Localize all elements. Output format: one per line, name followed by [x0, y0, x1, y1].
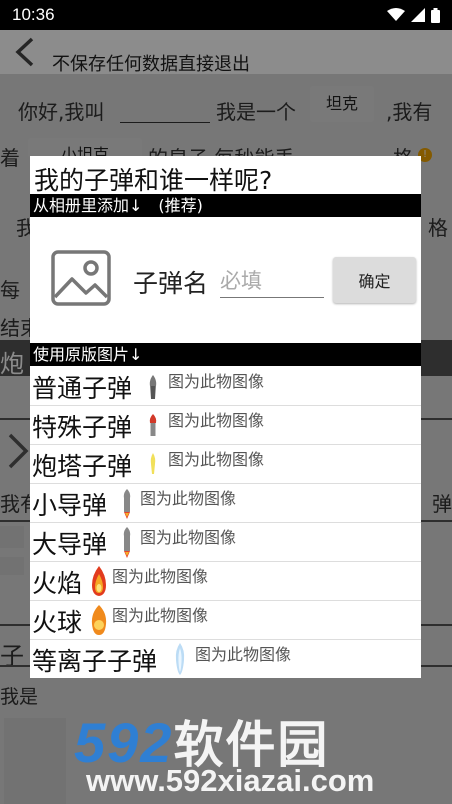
plasma-bullet-icon: [175, 643, 185, 675]
dialog-title: 我的子弹和谁一样呢?: [34, 166, 273, 195]
bullet-item-turret[interactable]: 炮塔子弹 图为此物图像: [30, 445, 421, 484]
missile-icon: [123, 527, 131, 558]
signal-icon: [411, 8, 425, 22]
bullet-name-label: 子弹名: [133, 269, 209, 298]
section-album-header: 从相册里添加↓ (推荐): [30, 194, 421, 217]
bullet-item-note: 图为此物图像: [168, 450, 265, 469]
bullet-item-name: 火焰: [32, 569, 83, 598]
bullet-item-note: 图为此物图像: [168, 372, 265, 391]
wifi-icon: [387, 8, 405, 21]
bullet-item-note: 图为此物图像: [195, 645, 292, 664]
bullet-item-flame[interactable]: 火焰 图为此物图像: [30, 562, 421, 601]
gray-bullet-icon: [149, 375, 157, 399]
bullet-item-note: 图为此物图像: [112, 606, 209, 625]
bullet-item-big-missile[interactable]: 大导弹 图为此物图像: [30, 523, 421, 562]
watermark: 592软件园 www.592xiazai.com: [74, 705, 452, 804]
bullet-item-note: 图为此物图像: [140, 489, 237, 508]
bullet-name-input[interactable]: [220, 264, 324, 298]
bullet-item-plasma[interactable]: 等离子子弹 图为此物图像: [30, 640, 421, 678]
bullet-item-fireball[interactable]: 火球 图为此物图像: [30, 601, 421, 640]
bullet-item-name: 普通子弹: [32, 374, 133, 403]
fireball-icon: [91, 605, 107, 635]
bullet-item-name: 等离子子弹: [32, 647, 158, 676]
status-bar: 10:36: [0, 0, 452, 30]
watermark-url: www.592xiazai.com: [86, 763, 375, 798]
confirm-button[interactable]: 确定: [333, 257, 416, 303]
battery-icon: [431, 7, 440, 23]
section-builtin-header: 使用原版图片↓: [30, 343, 421, 366]
bullet-item-small-missile[interactable]: 小导弹 图为此物图像: [30, 484, 421, 523]
status-icons: [387, 7, 440, 23]
red-tip-bullet-icon: [149, 414, 157, 436]
bullet-item-note: 图为此物图像: [112, 567, 209, 586]
image-picker-icon[interactable]: [50, 249, 112, 307]
bullet-item-note: 图为此物图像: [168, 411, 265, 430]
bullet-item-name: 大导弹: [32, 530, 108, 559]
bullet-picker-dialog: 我的子弹和谁一样呢? 从相册里添加↓ (推荐) 子弹名 确定 使用原版图片↓ 普…: [30, 156, 421, 678]
bullet-item-note: 图为此物图像: [140, 528, 237, 547]
status-time: 10:36: [12, 5, 55, 24]
missile-icon: [123, 489, 131, 519]
bullet-item-special[interactable]: 特殊子弹 图为此物图像: [30, 406, 421, 445]
yellow-bullet-icon: [150, 453, 156, 474]
flame-icon: [92, 566, 106, 596]
bullet-list: 普通子弹 图为此物图像 特殊子弹 图为此物图像 炮塔子弹 图为此物图像 小导弹 …: [30, 367, 421, 678]
bullet-item-normal[interactable]: 普通子弹 图为此物图像: [30, 367, 421, 406]
bullet-item-name: 火球: [32, 608, 83, 637]
bullet-item-name: 小导弹: [32, 491, 108, 520]
bullet-item-name: 特殊子弹: [32, 413, 133, 442]
bullet-item-name: 炮塔子弹: [32, 452, 133, 481]
